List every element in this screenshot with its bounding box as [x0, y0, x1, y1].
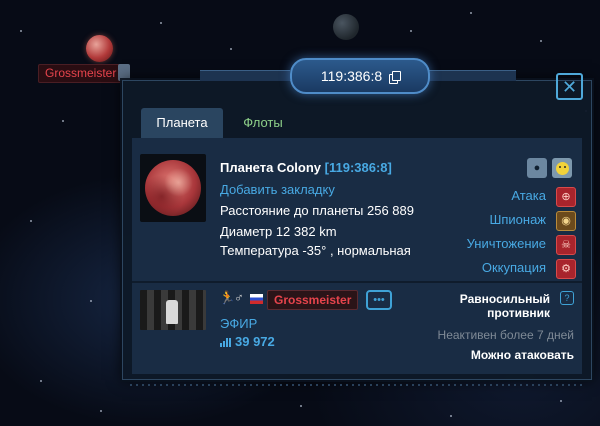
- planet-diameter: Диаметр 12 382 km: [220, 224, 337, 239]
- tab-planet[interactable]: Планета: [141, 108, 223, 138]
- eye-icon[interactable]: ●: [527, 158, 547, 178]
- spy-eye-icon[interactable]: ◉: [556, 211, 576, 231]
- planet-sphere: [145, 160, 201, 216]
- close-icon: ✕: [561, 76, 578, 97]
- planet-distance: Расстояние до планеты 256 889: [220, 203, 414, 218]
- smiley-icon[interactable]: [552, 158, 572, 178]
- attackable-status: Можно атаковать: [470, 348, 574, 362]
- coordinates-header: 119:386:8: [290, 58, 430, 94]
- player-avatar[interactable]: [140, 290, 206, 330]
- action-occupy-link[interactable]: Оккупация: [482, 260, 546, 275]
- action-attack-link[interactable]: Атака: [511, 188, 546, 203]
- player-score: 39 972: [235, 334, 275, 349]
- action-destroy-link[interactable]: Уничтожение: [467, 236, 546, 251]
- map-owner-tag-handle: [118, 64, 130, 81]
- planet-image: [140, 154, 206, 222]
- chat-icon[interactable]: •••: [366, 290, 392, 310]
- header-wing-left: [200, 70, 290, 81]
- help-icon[interactable]: ?: [560, 291, 574, 305]
- player-alliance[interactable]: ЭФИР: [220, 316, 257, 331]
- section-divider: [132, 281, 582, 283]
- coordinates-label: 119:386:8: [320, 68, 383, 84]
- planet-title: Планета Colony [119:386:8]: [220, 160, 392, 175]
- copy-icon[interactable]: [389, 70, 402, 84]
- planet-temperature: Температура -35° , нормальная: [220, 243, 411, 258]
- skull-icon[interactable]: ☠: [556, 235, 576, 255]
- background-planet: [333, 14, 359, 40]
- header-wing-right: [426, 70, 516, 81]
- close-button[interactable]: ✕: [556, 73, 583, 100]
- player-name[interactable]: Grossmeister: [267, 290, 359, 310]
- score-bars-icon: [220, 338, 231, 347]
- strength-status: Равносильный противник: [459, 292, 550, 320]
- map-owner-tag[interactable]: Grossmeister: [38, 64, 124, 83]
- planet-coords-link[interactable]: [119:386:8]: [325, 160, 392, 175]
- attack-icon[interactable]: ⊕: [556, 187, 576, 207]
- tab-fleets[interactable]: Флоты: [228, 108, 298, 138]
- inactivity-status: Неактивен более 7 дней: [437, 328, 574, 342]
- male-gender-icon: ♂: [234, 290, 244, 305]
- add-bookmark-link[interactable]: Добавить закладку: [220, 182, 335, 197]
- panel-bottom-decoration: [128, 383, 584, 387]
- russia-flag-icon: [250, 294, 263, 304]
- action-spy-link[interactable]: Шпионаж: [489, 212, 546, 227]
- selected-planet-marker[interactable]: [86, 35, 113, 62]
- occupation-icon[interactable]: ⚙: [556, 259, 576, 279]
- runner-icon: 🏃: [219, 290, 236, 305]
- planet-name: Планета Colony: [220, 160, 322, 175]
